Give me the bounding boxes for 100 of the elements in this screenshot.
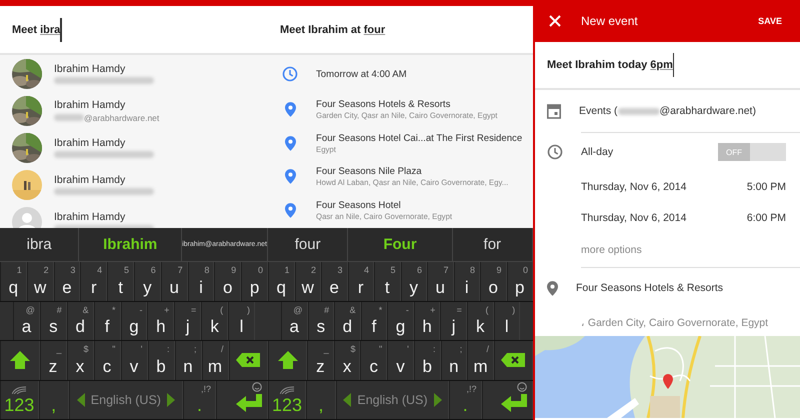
key[interactable]: w 2 bbox=[26, 262, 54, 300]
suggestion-item[interactable]: Tomorrow at 4:00 AM bbox=[268, 55, 533, 93]
key[interactable]: p 0 bbox=[241, 262, 268, 300]
key[interactable]: b : bbox=[148, 341, 174, 380]
time-field[interactable]: 5:00 PM bbox=[746, 180, 786, 192]
key[interactable]: z _ bbox=[40, 341, 66, 380]
symbols-key[interactable]: 123 bbox=[4, 396, 34, 414]
contact-item[interactable]: Ibrahim Hamdy bbox=[0, 166, 268, 203]
message-field[interactable]: Meet ibra bbox=[12, 16, 62, 42]
right-arrow-icon[interactable] bbox=[434, 392, 442, 407]
key[interactable]: z _ bbox=[307, 341, 334, 380]
key[interactable]: i 8 bbox=[188, 262, 214, 300]
key[interactable]: n ; bbox=[174, 341, 202, 380]
key[interactable]: f * bbox=[94, 302, 121, 340]
key[interactable]: h + bbox=[414, 302, 440, 340]
key[interactable]: x $ bbox=[66, 341, 94, 380]
key[interactable]: v ' bbox=[387, 341, 414, 380]
key[interactable]: w 2 bbox=[294, 262, 321, 300]
key[interactable]: o 9 bbox=[480, 262, 506, 300]
save-button[interactable]: SAVE bbox=[754, 12, 786, 30]
key[interactable]: . ,!? bbox=[449, 380, 482, 419]
key[interactable]: u 7 bbox=[160, 262, 188, 300]
key[interactable]: g - bbox=[120, 302, 148, 340]
key[interactable]: y 6 bbox=[134, 262, 161, 300]
location-name[interactable]: Four Seasons Hotels & Resorts bbox=[576, 282, 724, 294]
shift-icon[interactable] bbox=[8, 350, 31, 370]
key[interactable]: o 9 bbox=[214, 262, 242, 300]
key[interactable]: a @ bbox=[281, 302, 308, 340]
key[interactable]: i 8 bbox=[454, 262, 480, 300]
message-field[interactable]: Meet Ibrahim at four bbox=[280, 16, 386, 42]
enter-icon[interactable] bbox=[236, 394, 262, 412]
key[interactable]: , bbox=[306, 380, 336, 419]
date-field[interactable]: Thursday, Nov 6, 2014 bbox=[581, 180, 686, 192]
message-field[interactable]: Meet Ibrahim today 6pm bbox=[547, 52, 674, 78]
key[interactable]: s # bbox=[40, 302, 67, 340]
enter-icon[interactable] bbox=[501, 394, 527, 412]
right-arrow-icon[interactable] bbox=[166, 392, 175, 407]
key[interactable]: q 1 bbox=[268, 262, 294, 300]
left-arrow-icon[interactable] bbox=[76, 392, 85, 407]
contact-item[interactable]: Ibrahim Hamdy bbox=[0, 129, 268, 166]
left-arrow-icon[interactable] bbox=[343, 392, 352, 407]
key[interactable]: e 3 bbox=[54, 262, 80, 300]
backspace-icon[interactable] bbox=[501, 353, 526, 368]
key[interactable]: k ( bbox=[466, 302, 494, 340]
key[interactable]: d & bbox=[66, 302, 94, 340]
calendar-account[interactable]: Events ( @arabhardware.net) bbox=[579, 105, 756, 117]
suggestion[interactable]: Ibrahim bbox=[79, 228, 182, 261]
screen-title: New event bbox=[581, 14, 639, 28]
key[interactable]: e 3 bbox=[321, 262, 348, 300]
location-pin-icon bbox=[284, 169, 296, 184]
language-key[interactable]: English (US) bbox=[90, 392, 161, 407]
key[interactable]: f * bbox=[360, 302, 388, 340]
suggestion-title: Tomorrow at 4:00 AM bbox=[316, 68, 407, 80]
key[interactable]: u 7 bbox=[427, 262, 454, 300]
key[interactable]: k ( bbox=[201, 302, 228, 340]
key[interactable]: l ) bbox=[494, 302, 520, 340]
shift-icon[interactable] bbox=[276, 350, 299, 370]
key[interactable]: l ) bbox=[228, 302, 256, 340]
contact-name: Ibrahim Hamdy bbox=[54, 211, 126, 223]
key[interactable]: s # bbox=[308, 302, 334, 340]
key[interactable]: v ' bbox=[120, 341, 148, 380]
key[interactable]: r 4 bbox=[80, 262, 108, 300]
language-key[interactable]: English (US) bbox=[357, 392, 428, 407]
contact-name: Ibrahim Hamdy bbox=[54, 137, 126, 149]
key[interactable]: . ,!? bbox=[183, 380, 216, 419]
key[interactable]: q 1 bbox=[0, 262, 27, 300]
key[interactable]: c " bbox=[94, 341, 120, 380]
key[interactable]: b : bbox=[414, 341, 441, 380]
key[interactable]: , bbox=[38, 380, 69, 419]
key[interactable]: h + bbox=[147, 302, 174, 340]
key[interactable]: d & bbox=[334, 302, 361, 340]
more-options-link[interactable]: more options bbox=[581, 244, 642, 256]
smiley-icon[interactable] bbox=[252, 382, 262, 392]
suggestion[interactable]: four bbox=[268, 228, 348, 261]
symbols-key[interactable]: 123 bbox=[272, 396, 302, 414]
key[interactable]: a @ bbox=[13, 302, 40, 340]
suggestion[interactable]: for bbox=[452, 228, 533, 261]
key[interactable]: t 5 bbox=[374, 262, 400, 300]
contact-name: Ibrahim Hamdy bbox=[54, 174, 126, 186]
time-field[interactable]: 6:00 PM bbox=[746, 212, 786, 224]
key[interactable]: r 4 bbox=[348, 262, 374, 300]
close-icon[interactable] bbox=[549, 15, 561, 27]
key[interactable]: x $ bbox=[334, 341, 360, 380]
suggestion[interactable]: ibra bbox=[0, 228, 80, 261]
key[interactable]: m / bbox=[202, 341, 228, 380]
key[interactable]: t 5 bbox=[107, 262, 134, 300]
key[interactable]: p 0 bbox=[506, 262, 533, 300]
key[interactable]: j = bbox=[174, 302, 202, 340]
key[interactable]: m / bbox=[467, 341, 494, 380]
smiley-icon[interactable] bbox=[517, 382, 527, 392]
key[interactable]: y 6 bbox=[400, 262, 427, 300]
suggestion[interactable]: Four bbox=[348, 228, 453, 261]
key[interactable]: g - bbox=[387, 302, 414, 340]
backspace-icon[interactable] bbox=[236, 353, 260, 368]
key[interactable]: j = bbox=[440, 302, 467, 340]
date-field[interactable]: Thursday, Nov 6, 2014 bbox=[581, 212, 686, 224]
contact-item[interactable]: Ibrahim Hamdy @arabhardware.net bbox=[0, 92, 268, 129]
contact-item[interactable]: Ibrahim Hamdy bbox=[0, 55, 268, 92]
key[interactable]: c " bbox=[360, 341, 388, 380]
key[interactable]: n ; bbox=[440, 341, 468, 380]
